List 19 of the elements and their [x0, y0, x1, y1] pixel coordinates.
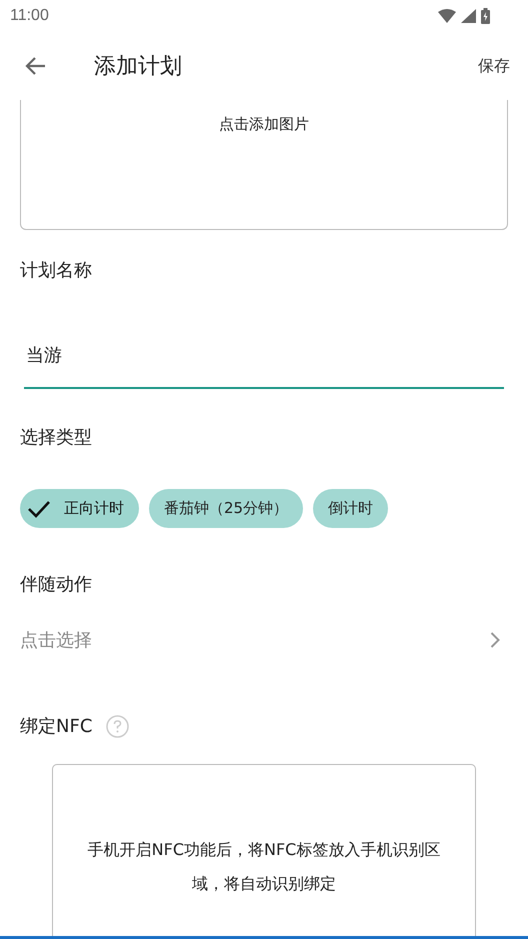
type-chip[interactable]: 正向计时 [20, 489, 139, 528]
wifi-icon [438, 9, 456, 23]
status-time: 11:00 [10, 7, 49, 25]
section-label: 绑定NFC [20, 715, 92, 738]
name-input-field[interactable]: 当游 [24, 343, 504, 389]
action-picker[interactable]: 点击选择 [20, 628, 508, 652]
page-title: 添加计划 [94, 53, 183, 81]
section-label: 伴随动作 [20, 573, 93, 596]
battery-icon [481, 8, 490, 24]
image-upload-area[interactable]: 点击添加图片 [20, 100, 508, 230]
check-icon [28, 500, 50, 518]
section-label: 计划名称 [20, 259, 93, 282]
save-button[interactable]: 保存 [474, 50, 514, 82]
nfc-instructions: 手机开启NFC功能后，将NFC标签放入手机识别区域，将自动识别绑定 [86, 839, 442, 895]
chevron-right-icon [490, 632, 500, 648]
type-chip[interactable]: 番茄钟（25分钟） [149, 489, 304, 528]
section-label: 选择类型 [20, 426, 93, 449]
signal-icon [461, 9, 476, 23]
type-chip[interactable]: 倒计时 [313, 489, 388, 528]
